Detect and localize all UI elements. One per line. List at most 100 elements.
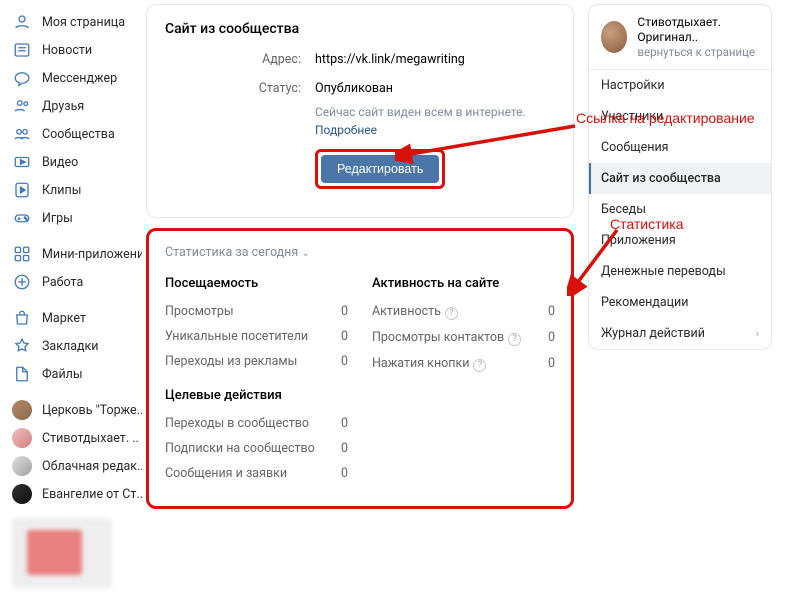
- nav-label: Стивотдыхает. ..: [42, 431, 139, 446]
- stat-value: 0: [548, 330, 555, 346]
- status-label: Статус:: [165, 80, 315, 189]
- nav-label: Новости: [42, 43, 92, 58]
- stat-value: 0: [548, 356, 555, 372]
- right-sidebar: Стивотдыхает. Оригинал.. вернуться к стр…: [582, 0, 778, 596]
- nav-label: Видео: [42, 155, 78, 170]
- nav-label: Моя страница: [42, 15, 125, 30]
- nav-item-group[interactable]: Облачная редак..: [0, 452, 142, 480]
- nav-item-work[interactable]: Работа: [0, 268, 142, 296]
- status-text: Опубликован: [315, 81, 393, 96]
- files-icon: [12, 364, 32, 384]
- community-header[interactable]: Стивотдыхает. Оригинал.. вернуться к стр…: [589, 5, 771, 70]
- stats-period[interactable]: Статистика за сегодня ⌄: [165, 245, 555, 260]
- settings-menu-item[interactable]: Сообщения: [589, 132, 771, 163]
- nav-item-group[interactable]: Стивотдыхает. ..: [0, 424, 142, 452]
- stat-value: 0: [341, 304, 348, 319]
- settings-menu-item[interactable]: Участники: [589, 101, 771, 132]
- stat-row: Переходы в сообщество 0: [165, 411, 348, 436]
- nav-item-group[interactable]: Церковь "Торже..: [0, 396, 142, 424]
- menu-label: Настройки: [601, 78, 665, 93]
- nav-item-miniapps[interactable]: Мини-приложения: [0, 240, 142, 268]
- news-icon: [12, 40, 32, 60]
- stat-label: Сообщения и заявки: [165, 466, 287, 481]
- nav-item-files[interactable]: Файлы: [0, 360, 142, 388]
- left-sidebar: Моя страница Новости Мессенджер Друзья Сообщ…: [0, 0, 142, 596]
- chevron-down-icon: ⌄: [301, 248, 309, 259]
- miniapps-icon: [12, 244, 32, 264]
- stat-row: Переходы из рекламы 0: [165, 349, 348, 374]
- nav-item-news[interactable]: Новости: [0, 36, 142, 64]
- nav-label: Маркет: [42, 311, 86, 326]
- nav-label: Церковь "Торже..: [42, 403, 142, 418]
- work-icon: [12, 272, 32, 292]
- bookmarks-icon: [12, 336, 32, 356]
- menu-label: Беседы: [601, 202, 646, 217]
- nav-label: Евангелие от Ст..: [42, 487, 142, 502]
- back-link[interactable]: вернуться к странице: [637, 45, 759, 59]
- nav-label: Закладки: [42, 339, 99, 354]
- edit-button[interactable]: Редактировать: [321, 155, 439, 183]
- nav-label: Облачная редак..: [42, 459, 142, 474]
- stat-label: Уникальные посетители: [165, 329, 308, 344]
- menu-label: Рекомендации: [601, 295, 688, 310]
- menu-label: Денежные переводы: [601, 264, 726, 279]
- nav-item-msg[interactable]: Мессенджер: [0, 64, 142, 92]
- stat-row: Сообщения и заявки0: [165, 461, 348, 486]
- nav-item-friends[interactable]: Друзья: [0, 92, 142, 120]
- actions-heading: Целевые действия: [165, 388, 348, 403]
- activity-heading: Активность на сайте: [372, 276, 555, 291]
- nav-label: Клипы: [42, 183, 81, 198]
- help-icon[interactable]: ?: [508, 333, 521, 346]
- menu-label: Сайт из сообщества: [601, 171, 721, 186]
- nav-label: Работа: [42, 275, 83, 290]
- menu-label: Журнал действий: [601, 326, 705, 341]
- stat-label: Переходы в сообщество: [165, 416, 309, 431]
- more-link[interactable]: Подробнее: [315, 123, 377, 137]
- nav-item-video[interactable]: Видео: [0, 148, 142, 176]
- group-avatar: [12, 400, 32, 420]
- group-avatar: [12, 484, 32, 504]
- stat-label: Нажатия кнопки?: [372, 356, 486, 372]
- chevron-right-icon: ›: [756, 327, 759, 340]
- stat-value: 0: [341, 416, 348, 431]
- menu-label: Участники: [601, 109, 663, 124]
- main-column: Сайт из сообщества Адрес: https://vk.lin…: [142, 0, 582, 596]
- nav-item-clips[interactable]: Клипы: [0, 176, 142, 204]
- settings-menu-item[interactable]: Журнал действий ›: [589, 318, 771, 349]
- help-icon[interactable]: ?: [473, 359, 486, 372]
- nav-item-groups[interactable]: Сообщества: [0, 120, 142, 148]
- nav-item-market[interactable]: Маркет: [0, 304, 142, 332]
- settings-menu-item[interactable]: Настройки: [589, 70, 771, 101]
- stat-label: Подписки на сообщество: [165, 441, 315, 456]
- stat-row: Просмотры контактов? 0: [372, 325, 555, 351]
- card-title: Сайт из сообщества: [165, 21, 555, 37]
- stat-row: Уникальные посетители0: [165, 324, 348, 349]
- settings-menu-item[interactable]: Сайт из сообщества: [589, 163, 771, 194]
- nav-item-games[interactable]: Игры: [0, 204, 142, 232]
- menu-label: Сообщения: [601, 140, 669, 155]
- stat-row: Подписки на сообщество0: [165, 436, 348, 461]
- settings-menu-item[interactable]: Приложения: [589, 225, 771, 256]
- group-avatar: [12, 428, 32, 448]
- stat-label: Переходы из рекламы: [165, 354, 297, 369]
- status-note: Сейчас сайт виден всем в интернете. Подр…: [315, 103, 555, 139]
- help-icon[interactable]: ?: [445, 307, 458, 320]
- settings-menu-item[interactable]: Рекомендации: [589, 287, 771, 318]
- stat-row: Нажатия кнопки? 0: [372, 351, 555, 377]
- nav-label: Мессенджер: [42, 71, 117, 86]
- stat-row: Просмотры0: [165, 299, 348, 324]
- settings-menu-item[interactable]: Беседы: [589, 194, 771, 225]
- msg-icon: [12, 68, 32, 88]
- settings-menu-item[interactable]: Денежные переводы: [589, 256, 771, 287]
- nav-item-bookmarks[interactable]: Закладки: [0, 332, 142, 360]
- nav-item-group[interactable]: Евангелие от Ст..: [0, 480, 142, 508]
- stat-value: 0: [341, 354, 348, 369]
- nav-item-home[interactable]: Моя страница: [0, 8, 142, 36]
- stat-label: Просмотры контактов?: [372, 330, 521, 346]
- edit-button-highlight: Редактировать: [315, 149, 445, 189]
- nav-label: Сообщества: [42, 127, 115, 142]
- nav-label: Мини-приложения: [42, 247, 142, 262]
- games-icon: [12, 208, 32, 228]
- site-card: Сайт из сообщества Адрес: https://vk.lin…: [146, 4, 574, 218]
- nav-label: Игры: [42, 211, 73, 226]
